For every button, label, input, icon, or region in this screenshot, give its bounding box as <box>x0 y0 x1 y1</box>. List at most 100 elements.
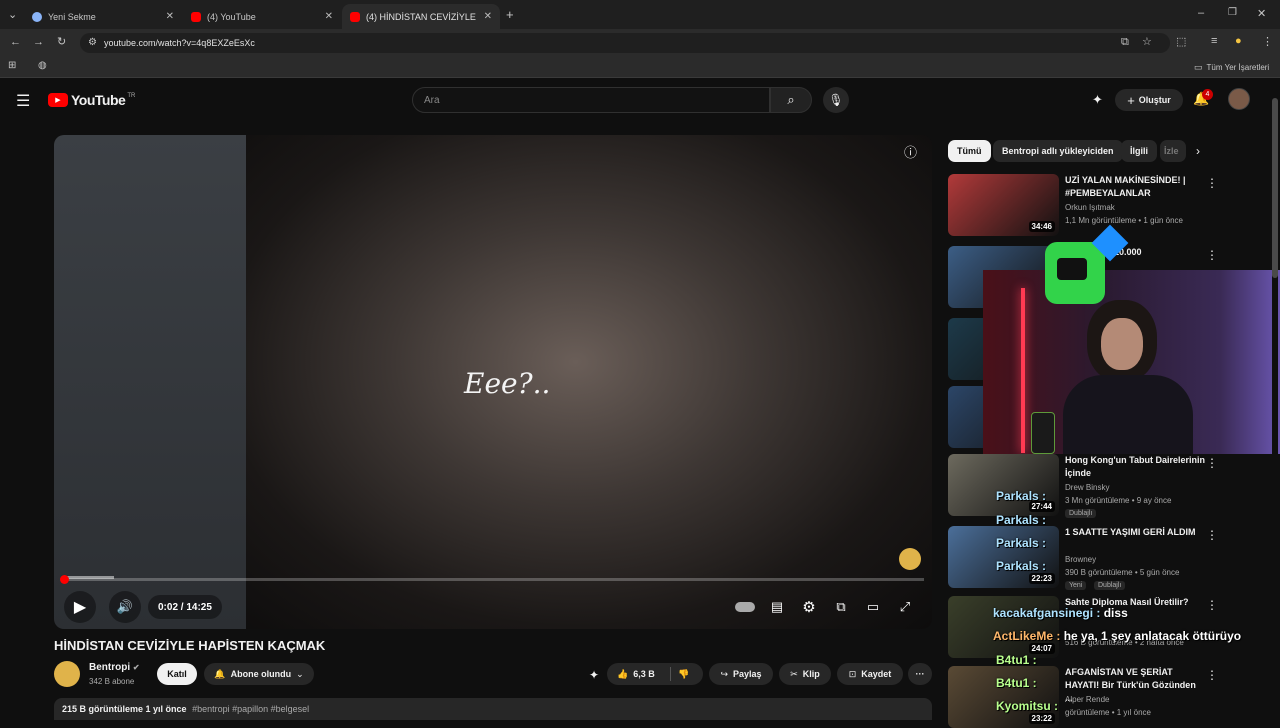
tab-youtube[interactable]: (4) YouTube ✕ <box>183 4 341 29</box>
autoplay-toggle[interactable] <box>734 595 756 619</box>
save-button[interactable]: ⊡ Kaydet <box>837 663 903 685</box>
ext-icon[interactable]: ✦ <box>589 668 599 682</box>
more-vert-icon[interactable]: ⋮ <box>1206 248 1218 262</box>
folder-icon: ▭ <box>1194 62 1203 72</box>
forward-icon[interactable]: → <box>33 36 44 48</box>
chat-username: Parkals : <box>996 559 1047 573</box>
url-bar[interactable]: ⚙ youtube.com/watch?v=4q8EXZeEsXc <box>80 33 1170 53</box>
channel-name[interactable]: Bentropi ✔ <box>89 662 140 673</box>
voice-search-button[interactable]: 🎙 <box>823 87 849 113</box>
chip-watched[interactable]: İzle <box>1160 140 1186 162</box>
apps-grid-icon[interactable]: ⊞ <box>8 60 16 71</box>
play-icon: ▶ <box>73 599 87 616</box>
rec-channel: Drew Binsky <box>1065 483 1110 492</box>
info-icon[interactable]: ⓘ <box>904 142 917 161</box>
more-vert-icon[interactable]: ⋮ <box>1206 528 1218 542</box>
streamer-body <box>1063 375 1193 454</box>
scrollbar[interactable] <box>1272 90 1278 720</box>
back-icon[interactable]: ← <box>10 36 21 48</box>
chat-username: Kyomitsu : <box>996 699 1059 713</box>
rec-badge-dubbed: Dublajlı <box>1094 581 1126 590</box>
rec-thumbnail[interactable]: 27:44 <box>948 454 1059 516</box>
progress-buffer <box>64 576 114 579</box>
close-tab-icon[interactable]: ✕ <box>325 11 333 22</box>
site-info-icon[interactable]: ⚙ <box>88 37 97 48</box>
clip-button[interactable]: ✂ Klip <box>779 663 831 685</box>
chat-username: Parkals : <box>996 513 1047 527</box>
more-vert-icon[interactable]: ⋮ <box>1206 668 1218 682</box>
subtitles-button[interactable]: ▤ <box>766 595 788 619</box>
scrollbar-thumb[interactable] <box>1272 98 1278 278</box>
chrome-menu-icon[interactable]: ⋮ <box>1262 35 1273 48</box>
close-tab-icon[interactable]: ✕ <box>166 11 174 22</box>
rec-video-item[interactable]: 27:44 Hong Kong'un Tabut Dairelerinin İçi… <box>948 454 1268 518</box>
more-vert-icon[interactable]: ⋮ <box>1206 598 1218 612</box>
join-button[interactable]: Katıl <box>157 663 197 685</box>
window-close-icon[interactable]: ✕ <box>1257 7 1266 20</box>
profile-icon[interactable]: ● <box>1235 35 1242 47</box>
chat-username: B4tu1 : <box>996 676 1037 690</box>
install-app-icon[interactable]: ⧉ <box>1121 36 1129 49</box>
subscribed-button[interactable]: 🔔 Abone olundu ⌄ <box>204 663 314 685</box>
theater-button[interactable]: ▭ <box>862 595 884 619</box>
search-button[interactable]: ⌕ <box>770 87 812 113</box>
bookmark-star-icon[interactable]: ☆ <box>1142 35 1152 48</box>
tab-video[interactable]: (4) HİNDİSTAN CEVİZİYLE HAPİ ✕ <box>342 4 500 29</box>
channel-watermark-icon[interactable] <box>899 548 921 570</box>
rec-duration: 22:23 <box>1028 573 1055 584</box>
scissors-icon: ✂ <box>790 668 798 679</box>
settings-button[interactable]: ⚙ <box>798 595 820 619</box>
verified-icon: ✔ <box>132 663 140 672</box>
more-vert-icon[interactable]: ⋮ <box>1206 456 1218 470</box>
rec-title[interactable]: UZİ YALAN MAKİNESİNDE! | #PEMBEYALANLAR <box>1065 174 1205 200</box>
tab-search-icon[interactable]: ⌄ <box>8 8 17 21</box>
chip-related[interactable]: İlgili <box>1121 140 1157 162</box>
browser-toolbar: ← → ↻ ⚙ youtube.com/watch?v=4q8EXZeEsXc … <box>0 29 1280 56</box>
hashtags[interactable]: #bentropi #papillon #belgesel <box>192 704 309 714</box>
rec-thumbnail[interactable]: 34:46 <box>948 174 1059 236</box>
all-bookmarks-button[interactable]: ▭ Tüm Yer İşaretleri <box>1194 62 1269 73</box>
more-actions-button[interactable]: ··· <box>908 663 932 685</box>
youtube-play-logo-icon: ▶ <box>48 93 68 107</box>
share-button[interactable]: ↪ Paylaş <box>709 663 773 685</box>
chat-ext-icon[interactable]: ✦ <box>1092 92 1103 108</box>
progress-scrubber[interactable] <box>60 575 69 584</box>
create-button[interactable]: + Oluştur <box>1115 89 1183 111</box>
video-player[interactable]: Eee?.. ⓘ ▶ 🔊 0:02 / 14:25 ▤ ⚙ ⧉ ▭ ⤢ <box>54 135 932 629</box>
rec-channel: Alper Rende <box>1065 695 1110 704</box>
rec-channel: Orkun Işıtmak <box>1065 203 1115 212</box>
avatar[interactable] <box>1228 88 1250 110</box>
youtube-logo[interactable]: ▶ YouTube TR <box>48 92 135 108</box>
youtube-page: ☰ ▶ YouTube TR Ara ⌕ 🎙 ✦ + Oluştur 🔔 4 E… <box>0 78 1280 728</box>
video-subtitle: Eee?.. <box>464 367 551 400</box>
reading-list-icon[interactable]: ≡ <box>1211 35 1217 47</box>
restore-icon[interactable]: ❐ <box>1228 7 1237 18</box>
volume-button[interactable]: 🔊 <box>109 591 141 623</box>
rec-title[interactable]: Hong Kong'un Tabut Dairelerinin İçinde <box>1065 454 1205 480</box>
progress-bar[interactable] <box>60 575 924 584</box>
neon-light <box>1021 288 1025 453</box>
reload-icon[interactable]: ↻ <box>57 35 66 48</box>
extensions-icon[interactable]: ⬚ <box>1176 35 1186 48</box>
rec-title[interactable]: 1 SAATTE YAŞIMI GERİ ALDIM <box>1065 526 1205 539</box>
new-tab-plus-icon[interactable]: + <box>506 7 514 22</box>
chevron-right-icon[interactable]: › <box>1196 144 1200 158</box>
close-tab-icon[interactable]: ✕ <box>484 11 492 22</box>
dislike-icon[interactable]: 👎 <box>678 669 689 680</box>
fullscreen-button[interactable]: ⤢ <box>894 595 916 619</box>
chip-from-uploader[interactable]: Bentropi adlı yükleyiciden <box>993 140 1123 162</box>
channel-avatar[interactable] <box>54 661 80 687</box>
play-button[interactable]: ▶ <box>64 591 96 623</box>
minimize-icon[interactable]: – <box>1198 7 1204 19</box>
like-count[interactable]: 6,3 B <box>633 669 655 679</box>
miniplayer-button[interactable]: ⧉ <box>830 595 852 619</box>
description-box[interactable]: 215 B görüntüleme 1 yıl önce #bentropi #… <box>54 698 932 720</box>
tab-new-tab[interactable]: Yeni Sekme ✕ <box>24 4 182 29</box>
globe-icon[interactable]: ◍ <box>38 60 47 71</box>
chat-username: Parkals : <box>996 489 1047 503</box>
menu-icon[interactable]: ☰ <box>16 91 30 111</box>
more-vert-icon[interactable]: ⋮ <box>1206 176 1218 190</box>
search-input[interactable]: Ara <box>412 87 770 113</box>
chip-all[interactable]: Tümü <box>948 140 991 162</box>
like-icon[interactable]: 👍 <box>617 669 628 680</box>
